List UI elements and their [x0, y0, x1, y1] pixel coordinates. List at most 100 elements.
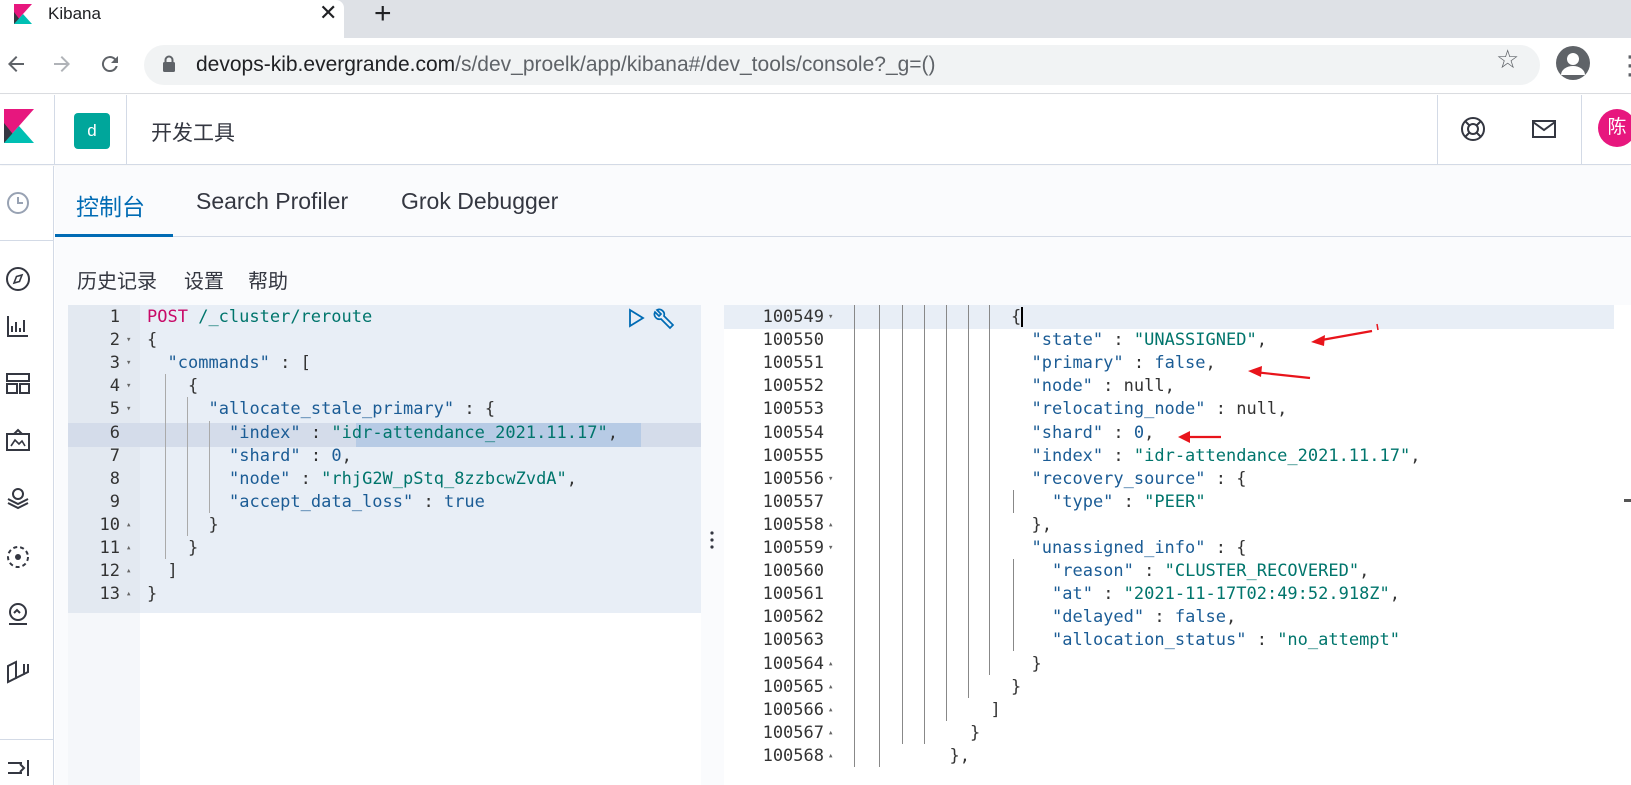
kibana-logo-icon[interactable]: [4, 109, 36, 145]
resize-handle-icon[interactable]: [709, 530, 715, 550]
url-host: devops-kib.evergrande.com: [196, 53, 456, 76]
code-token: :: [1092, 584, 1124, 605]
ml-icon[interactable]: [4, 543, 32, 571]
response-output[interactable]: 100549 {100550 "state" : "UNASSIGNED", 1005…: [724, 305, 1631, 785]
url-text[interactable]: devops-kib.evergrande.com/s/dev_proelk/a…: [196, 53, 936, 77]
fold-up-icon[interactable]: ▴: [828, 513, 838, 537]
fold-up-icon[interactable]: ▴: [828, 698, 838, 722]
code-token: }: [1011, 676, 1022, 697]
code-token: ]: [990, 699, 1001, 720]
help-lifebuoy-icon[interactable]: [1459, 115, 1487, 143]
text-cursor: [1021, 307, 1023, 327]
line-number: 3: [109, 353, 120, 374]
scrollbar-thumb[interactable]: [1624, 499, 1631, 502]
run-request-icon[interactable]: [626, 308, 646, 328]
metrics-icon[interactable]: [4, 600, 32, 628]
fold-down-icon[interactable]: ▾: [126, 374, 136, 398]
code-token: },: [949, 745, 970, 766]
dashboard-icon[interactable]: [4, 369, 32, 397]
discover-compass-icon[interactable]: [4, 265, 32, 293]
code-token: ,: [1256, 330, 1267, 351]
code-line: "delayed" : false,: [1052, 605, 1236, 629]
fold-up-icon[interactable]: ▴: [126, 513, 136, 537]
request-editor[interactable]: 1 POST /_cluster/reroute 2 {3 "commands" : […: [68, 305, 701, 785]
history-link[interactable]: 历史记录: [77, 265, 157, 294]
code-token: ,: [341, 445, 352, 466]
code-line: ]: [991, 698, 1001, 722]
indent-guide: [902, 305, 903, 744]
pane-resizer[interactable]: [701, 305, 724, 785]
line-number: 1: [109, 307, 120, 327]
fold-up-icon[interactable]: ▴: [828, 744, 838, 768]
line-number: 100549: [762, 307, 824, 327]
code-line: }: [1011, 675, 1021, 699]
fold-up-icon[interactable]: ▴: [126, 582, 136, 606]
code-line: "primary" : false,: [1032, 351, 1216, 375]
line-number: 100552: [762, 376, 824, 397]
new-tab-icon[interactable]: +: [374, 0, 392, 31]
code-token: ,: [1226, 607, 1237, 628]
back-arrow-icon[interactable]: [4, 52, 28, 76]
code-line: },: [1032, 513, 1052, 537]
user-avatar[interactable]: 陈: [1598, 109, 1631, 147]
code-token: :: [1092, 376, 1124, 397]
code-token: }: [188, 538, 199, 558]
code-line: "type" : "PEER": [1052, 490, 1206, 514]
reload-icon[interactable]: [98, 52, 122, 76]
recent-clock-icon[interactable]: [4, 189, 32, 217]
line-number: 100556: [762, 468, 824, 489]
tab-grok-debugger[interactable]: Grok Debugger: [401, 188, 558, 215]
code-token: true: [443, 491, 485, 512]
fold-up-icon[interactable]: ▴: [828, 721, 838, 745]
forward-arrow-icon[interactable]: [50, 52, 74, 76]
fold-down-icon[interactable]: ▾: [828, 536, 838, 560]
code-line: "index" : "idr-attendance_2021.11.17",: [229, 421, 618, 445]
line-number: 10: [99, 514, 120, 535]
tab-search-profiler[interactable]: Search Profiler: [196, 188, 348, 215]
wrench-settings-icon[interactable]: [652, 307, 678, 333]
space-avatar[interactable]: d: [74, 113, 110, 149]
settings-link[interactable]: 设置: [184, 265, 224, 294]
code-token: {: [188, 376, 199, 397]
bookmark-star-icon[interactable]: ☆: [1496, 44, 1519, 75]
indent-guide: [165, 374, 166, 560]
fold-up-icon[interactable]: ▴: [828, 652, 838, 676]
code-token: null: [1236, 399, 1278, 420]
maps-icon[interactable]: [4, 484, 32, 512]
tab-close-icon[interactable]: ✕: [319, 0, 337, 26]
code-token: "accept_data_loss": [229, 491, 414, 512]
visualize-chart-icon[interactable]: [4, 312, 32, 340]
profile-icon[interactable]: [1556, 46, 1590, 80]
fold-down-icon[interactable]: ▾: [126, 397, 136, 421]
code-line: "at" : "2021-11-17T02:49:52.918Z",: [1052, 582, 1400, 606]
active-tab-indicator: [55, 234, 173, 237]
browser-menu-icon[interactable]: ⋮: [1617, 50, 1631, 81]
fold-up-icon[interactable]: ▴: [126, 559, 136, 583]
left-nav: [0, 166, 54, 785]
code-line: POST /_cluster/reroute: [147, 305, 372, 329]
tab-console[interactable]: 控制台: [76, 188, 145, 222]
code-token: :: [1103, 422, 1134, 443]
code-token: }: [970, 722, 981, 743]
kibana-header: d 开发工具 陈: [0, 95, 1631, 165]
code-token: "primary": [1031, 353, 1124, 374]
address-bar[interactable]: devops-kib.evergrande.com/s/dev_proelk/a…: [144, 45, 1540, 85]
newsfeed-mail-icon[interactable]: [1530, 115, 1558, 143]
code-line: ]: [168, 559, 178, 583]
fold-up-icon[interactable]: ▴: [126, 536, 136, 560]
collapse-nav-icon[interactable]: [4, 754, 32, 782]
help-link[interactable]: 帮助: [248, 265, 288, 294]
fold-down-icon[interactable]: ▾: [126, 328, 136, 352]
fold-down-icon[interactable]: ▾: [828, 305, 838, 329]
browser-tab[interactable]: Kibana ✕: [0, 0, 344, 38]
fold-down-icon[interactable]: ▾: [126, 351, 136, 375]
code-line: "state" : "UNASSIGNED",: [1032, 328, 1267, 352]
fold-up-icon[interactable]: ▴: [828, 675, 838, 699]
canvas-icon[interactable]: [4, 427, 32, 455]
fold-down-icon[interactable]: ▾: [828, 467, 838, 491]
code-line: }: [1032, 652, 1042, 676]
code-token: :: [1123, 353, 1155, 374]
lock-icon[interactable]: [162, 55, 176, 73]
logs-icon[interactable]: [4, 658, 32, 686]
